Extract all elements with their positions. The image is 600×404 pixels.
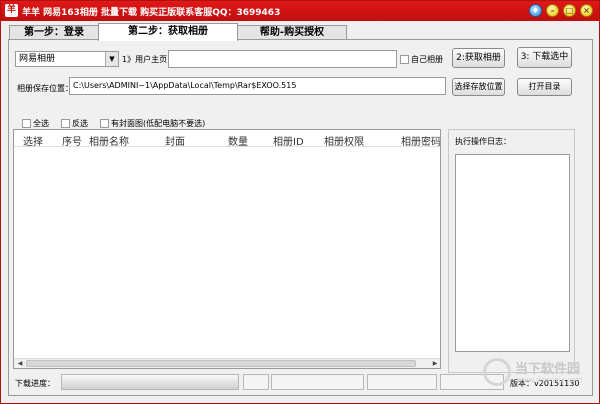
invert-label: 反选	[72, 119, 88, 128]
minimize-icon[interactable]: –	[546, 4, 559, 17]
column-header-index[interactable]: 序号	[62, 133, 82, 148]
scroll-right-icon[interactable]: ▶	[430, 359, 440, 368]
app-logo-icon: 羊	[5, 4, 18, 17]
tab-help-purchase[interactable]: 帮助-购买授权	[237, 25, 347, 40]
choose-location-button[interactable]: 选择存放位置	[452, 78, 505, 96]
invert-checkbox-box[interactable]	[61, 119, 70, 128]
chevron-down-icon[interactable]: ▼	[105, 52, 118, 66]
my-album-label: 自己相册	[411, 55, 443, 64]
has-cover-checkbox[interactable]: 有封面图(低配电脑不要选)	[100, 118, 205, 129]
status-segment-1	[243, 374, 269, 390]
user-home-input[interactable]	[168, 50, 397, 68]
select-all-checkbox[interactable]: 全选	[22, 118, 49, 129]
album-source-select[interactable]: 网易相册 ▼	[15, 51, 119, 67]
status-segment-2	[271, 374, 364, 390]
app-window: 羊 羊羊 网易163相册 批量下载 购买正版联系客服QQ：3699463 ♦ –…	[0, 0, 600, 404]
column-header-count[interactable]: 数量	[228, 133, 248, 148]
save-path-label: 相册保存位置：	[17, 84, 73, 93]
column-header-album-permission[interactable]: 相册权限	[324, 133, 364, 148]
album-source-value: 网易相册	[19, 54, 56, 64]
get-albums-button[interactable]: 2:获取相册	[452, 48, 505, 68]
invert-checkbox[interactable]: 反选	[61, 118, 88, 129]
select-all-label: 全选	[33, 119, 49, 128]
progress-label: 下载进度：	[15, 379, 55, 388]
close-icon[interactable]: ×	[580, 4, 593, 17]
download-progress-bar	[61, 374, 239, 390]
column-header-cover[interactable]: 封面	[165, 133, 185, 148]
open-folder-button[interactable]: 打开目录	[517, 78, 572, 96]
tab-login[interactable]: 第一步：登录	[9, 25, 99, 40]
watermark-url: www.downxia.com	[517, 376, 583, 384]
has-cover-checkbox-box[interactable]	[100, 119, 109, 128]
skin-icon[interactable]: ♦	[529, 4, 542, 17]
user-home-label: 1》用户主页	[122, 55, 168, 64]
horizontal-scrollbar[interactable]: ◀ ▶	[14, 358, 440, 368]
maximize-icon[interactable]: □	[563, 4, 576, 17]
tab-get-albums[interactable]: 第二步：获取相册	[98, 23, 238, 41]
has-cover-label: 有封面图(低配电脑不要选)	[111, 119, 206, 128]
watermark: 当下软件园 www.downxia.com	[483, 356, 593, 392]
album-table-header: 选择 序号 相册名称 封面 数量 相册ID 相册权限 相册密码	[14, 130, 440, 148]
log-panel: 执行操作日志：	[448, 129, 575, 373]
my-album-checkbox[interactable]: 自己相册	[400, 54, 443, 65]
download-selected-button[interactable]: 3: 下载选中	[517, 47, 572, 68]
column-header-album-name[interactable]: 相册名称	[89, 133, 129, 148]
status-segment-3	[367, 374, 437, 390]
window-title: 羊羊 网易163相册 批量下载 购买正版联系客服QQ：3699463	[22, 8, 281, 18]
watermark-logo-icon	[483, 358, 511, 386]
scrollbar-thumb[interactable]	[26, 360, 416, 367]
log-title: 执行操作日志：	[455, 137, 511, 146]
scroll-left-icon[interactable]: ◀	[15, 359, 25, 368]
log-textarea[interactable]	[455, 154, 570, 352]
column-header-album-id[interactable]: 相册ID	[273, 133, 304, 148]
album-table[interactable]: 选择 序号 相册名称 封面 数量 相册ID 相册权限 相册密码 ◀ ▶	[13, 129, 441, 369]
save-path-input[interactable]: C:\Users\ADMINI~1\AppData\Local\Temp\Rar…	[69, 77, 446, 95]
column-header-select[interactable]: 选择	[23, 133, 43, 148]
select-all-checkbox-box[interactable]	[22, 119, 31, 128]
my-album-checkbox-box[interactable]	[400, 55, 409, 64]
watermark-text: 当下软件园	[515, 362, 581, 377]
column-header-album-password[interactable]: 相册密码	[401, 133, 440, 148]
title-bar: 羊 羊羊 网易163相册 批量下载 购买正版联系客服QQ：3699463 ♦ –…	[1, 1, 599, 21]
